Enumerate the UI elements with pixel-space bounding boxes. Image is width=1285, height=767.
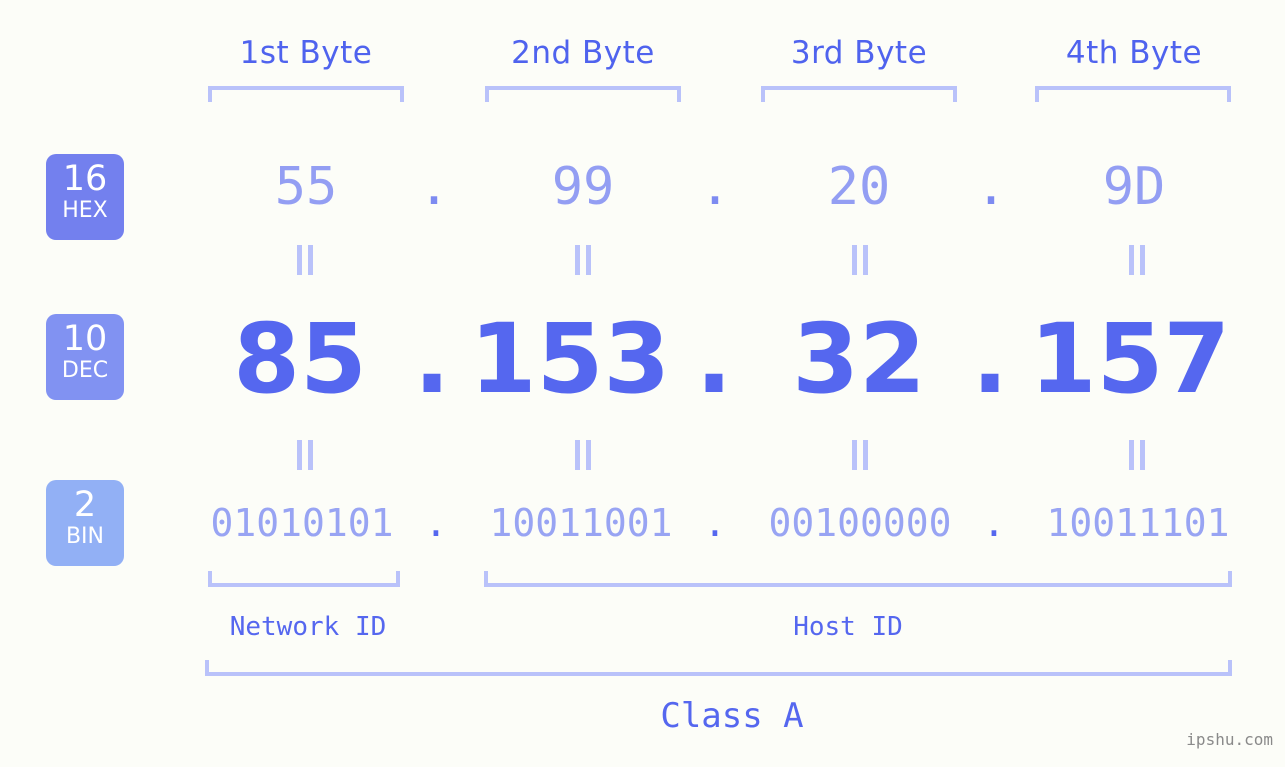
network-id-label: Network ID (229, 612, 387, 642)
equals-mark-hex-dec-1 (292, 245, 318, 275)
binary-separator-3: . (982, 501, 1006, 545)
class-bracket (205, 660, 1232, 676)
hex-byte-1: 55 (274, 157, 338, 217)
binary-byte-3: 00100000 (768, 501, 952, 545)
network-id-bracket (208, 571, 400, 587)
site-watermark: ipshu.com (1186, 730, 1273, 749)
equals-mark-hex-dec-2 (570, 245, 596, 275)
equals-mark-hex-dec-3 (847, 245, 873, 275)
binary-byte-2: 10011001 (489, 501, 673, 545)
decimal-byte-4: 157 (1029, 303, 1231, 415)
radix-badge-hex-name: HEX (62, 198, 108, 223)
binary-separator-1: . (424, 501, 448, 545)
hex-byte-3: 20 (827, 157, 891, 217)
equals-mark-dec-bin-3 (847, 440, 873, 470)
byte-bracket-3 (761, 86, 957, 102)
decimal-separator-3: . (971, 303, 1009, 415)
byte-bracket-4 (1035, 86, 1231, 102)
binary-byte-1: 01010101 (210, 501, 394, 545)
radix-badge-dec-name: DEC (61, 358, 109, 383)
byte-header-label-4: 4th Byte (1065, 35, 1203, 71)
radix-badge-hex: 16 HEX (46, 154, 124, 240)
radix-badge-bin-name: BIN (65, 524, 105, 549)
hex-byte-4: 9D (1102, 157, 1166, 217)
ip-address-breakdown-diagram: 1st Byte 2nd Byte 3rd Byte 4th Byte 16 H… (0, 0, 1285, 767)
equals-mark-hex-dec-4 (1124, 245, 1150, 275)
hex-separator-3: . (975, 157, 1007, 217)
binary-byte-4: 10011101 (1046, 501, 1230, 545)
hex-separator-1: . (418, 157, 450, 217)
decimal-separator-2: . (695, 303, 733, 415)
binary-separator-2: . (703, 501, 727, 545)
equals-mark-dec-bin-4 (1124, 440, 1150, 470)
decimal-separator-1: . (413, 303, 451, 415)
host-id-label: Host ID (793, 612, 903, 642)
radix-badge-hex-number: 16 (62, 159, 108, 199)
hex-separator-2: . (699, 157, 731, 217)
decimal-byte-3: 32 (792, 303, 926, 415)
equals-mark-dec-bin-2 (570, 440, 596, 470)
byte-bracket-1 (208, 86, 404, 102)
radix-badge-bin-number: 2 (73, 485, 97, 525)
byte-header-label-2: 2nd Byte (511, 35, 655, 71)
decimal-byte-1: 85 (233, 303, 367, 415)
byte-header-label-3: 3rd Byte (790, 35, 928, 71)
byte-bracket-2 (485, 86, 681, 102)
radix-badge-dec-number: 10 (62, 319, 108, 359)
equals-mark-dec-bin-1 (292, 440, 318, 470)
radix-badge-bin: 2 BIN (46, 480, 124, 566)
radix-badge-dec: 10 DEC (46, 314, 124, 400)
host-id-bracket (484, 571, 1232, 587)
decimal-byte-2: 153 (469, 303, 671, 415)
class-label: Class A (660, 696, 804, 736)
hex-byte-2: 99 (551, 157, 615, 217)
byte-header-label-1: 1st Byte (239, 35, 373, 71)
